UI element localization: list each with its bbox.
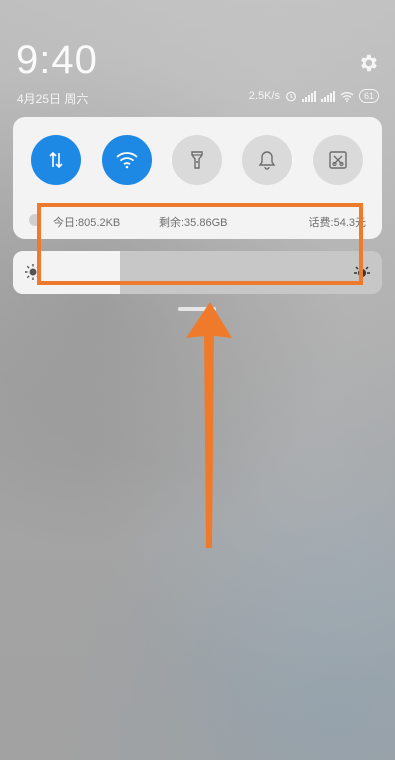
data-arrows-icon [49,151,63,169]
signal-1-icon [301,90,316,102]
bell-icon [258,151,276,170]
network-speed: 2.5K/s [248,90,280,102]
screenshot-toggle[interactable] [313,135,363,185]
flashlight-icon [191,151,203,169]
flashlight-toggle[interactable] [172,135,222,185]
battery-icon: 61 [358,89,379,103]
screenshot-icon [329,151,347,169]
clock: 9:40 [16,38,98,82]
date-label: 4月25日 周六 [17,92,89,106]
settings-gear-icon[interactable] [357,52,379,74]
alarm-clock-icon [286,91,296,102]
wifi-toggle[interactable] [102,135,152,185]
wifi-icon [340,91,354,102]
status-bar-right: 2.5K/s 61 [249,89,379,103]
annotation-highlight-box [37,203,363,285]
annotation-arrow-up-icon [186,302,232,548]
signal-2-icon [320,90,335,102]
wifi-icon [116,152,138,169]
notifications-toggle[interactable] [242,135,292,185]
mobile-data-toggle[interactable] [31,135,81,185]
